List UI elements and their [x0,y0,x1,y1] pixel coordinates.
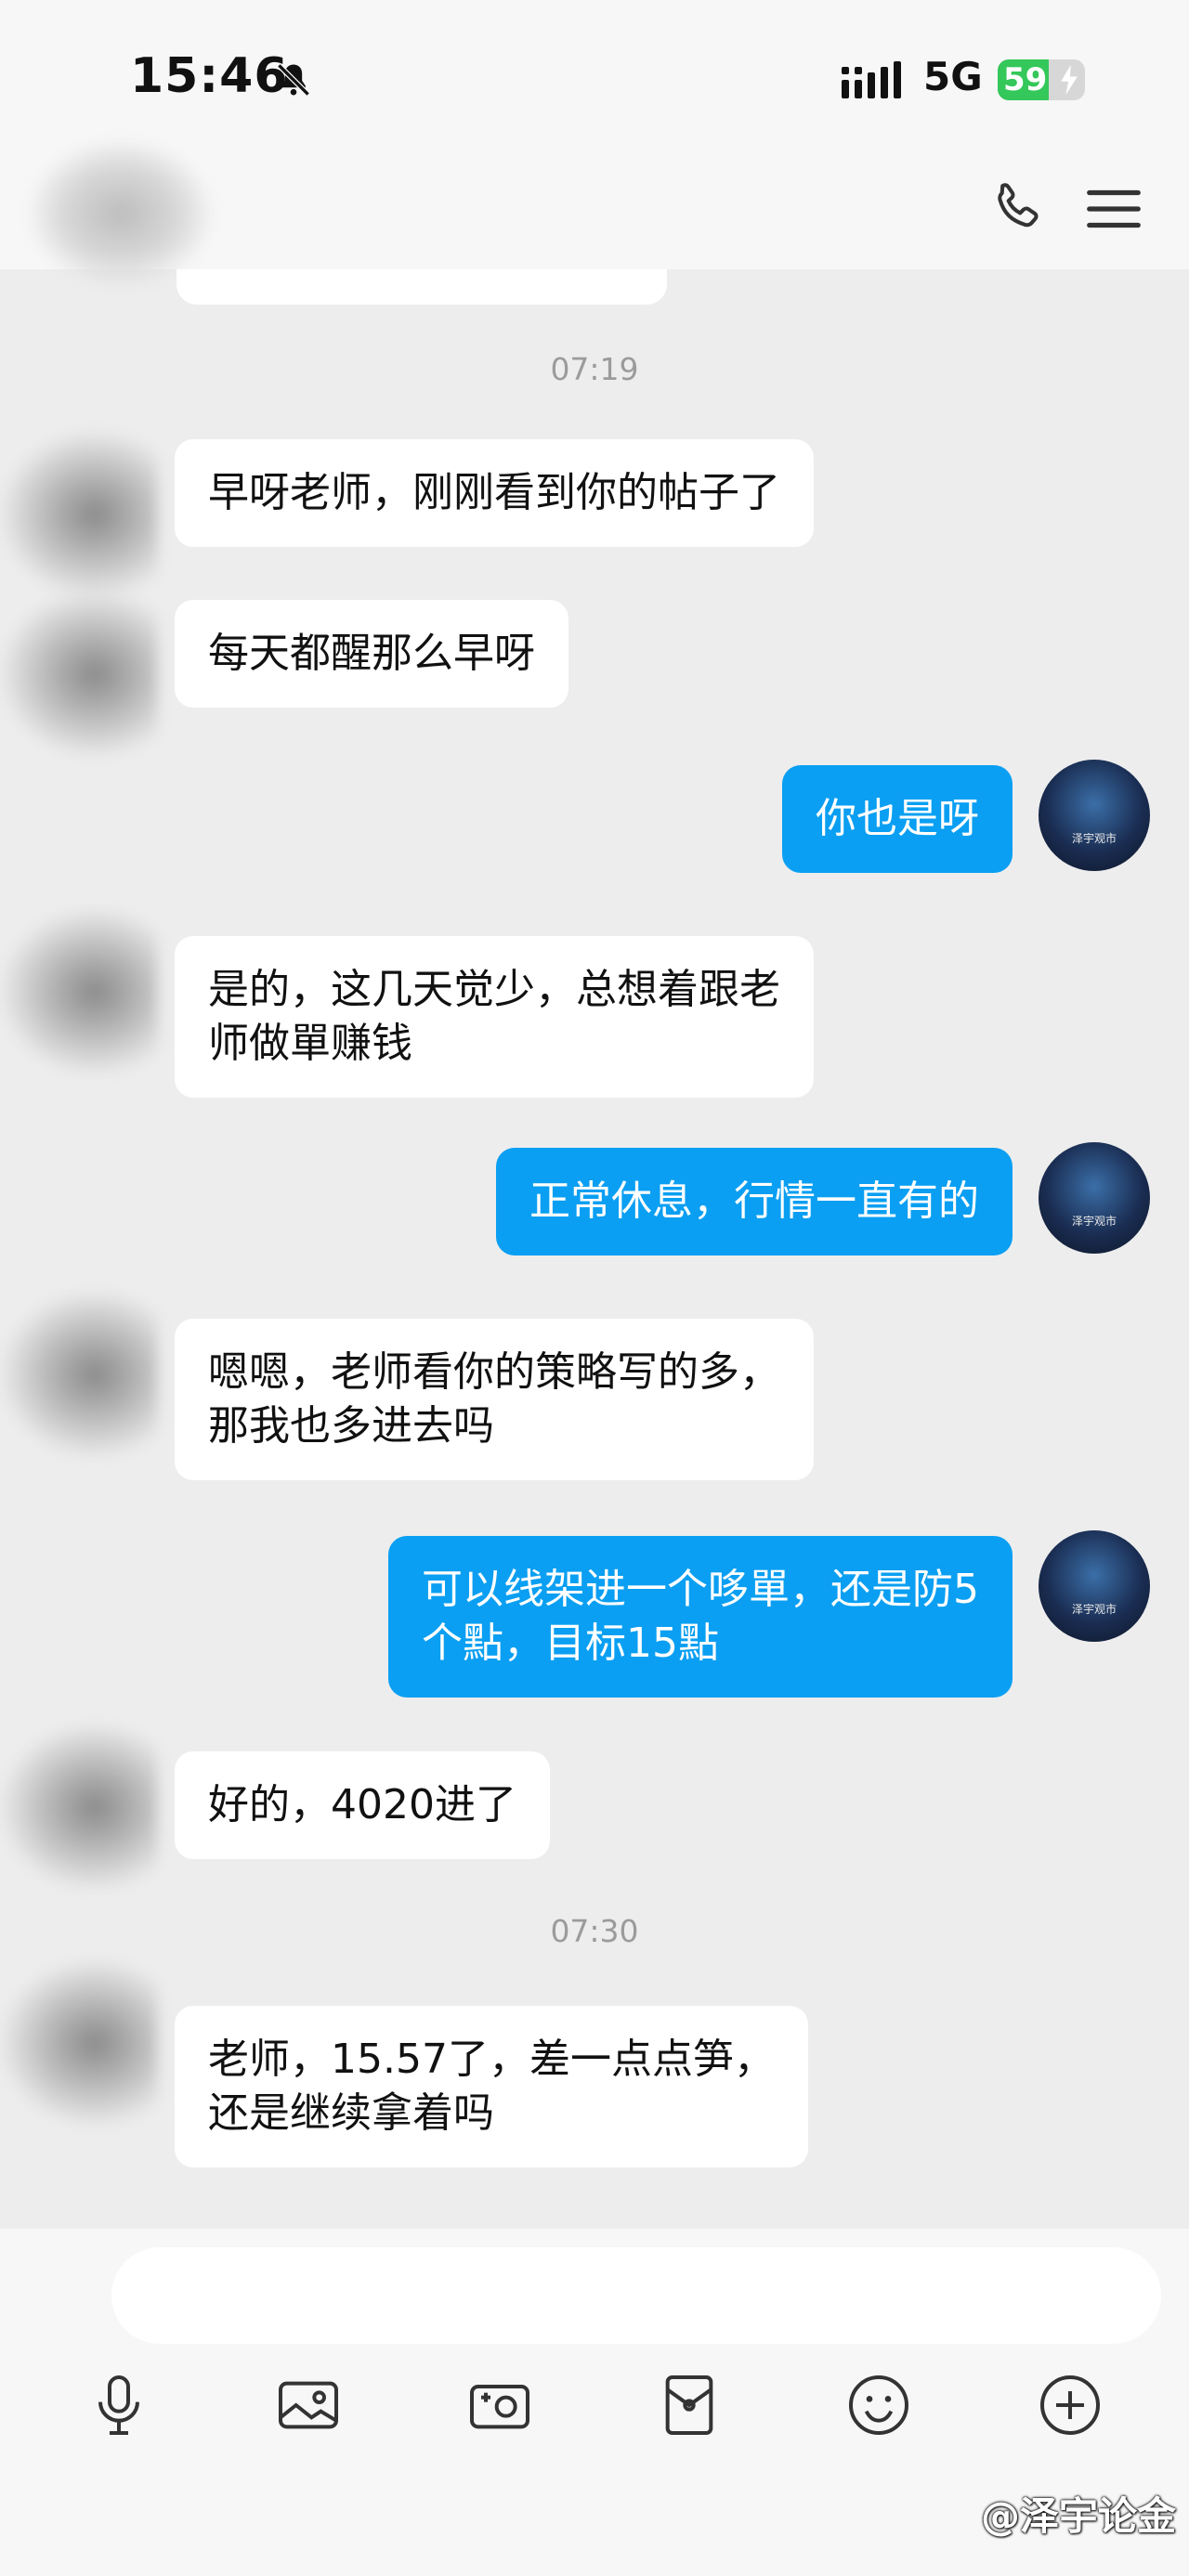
my-avatar[interactable]: 泽宇观市 [1039,1142,1150,1254]
previous-message-bubble [176,269,667,305]
incoming-message-bubble[interactable]: 好的，4020进了 [175,1751,550,1859]
message-list[interactable]: 07:19 早呀老师，刚刚看到你的帖子了 每天都醒那么早呀 你也是呀 泽宇观市 [0,269,1189,2229]
incoming-message-bubble[interactable]: 嗯嗯，老师看你的策略写的多， 那我也多进去吗 [175,1319,814,1480]
message-text: 老师，15.57了，差一点点笋， [208,2036,775,2083]
contact-avatar-redacted [0,1724,158,1891]
network-type: 5G [923,54,983,99]
contact-avatar-redacted [0,1291,158,1458]
battery-indicator: 59 [998,59,1085,100]
avatar-caption: 泽宇观市 [1071,1603,1117,1616]
message-text: 师做單赚钱 [208,1020,412,1067]
timestamp: 07:19 [550,351,639,387]
avatar-caption: 泽宇观市 [1071,832,1117,845]
outgoing-message-bubble[interactable]: 正常休息，行情一直有的 [496,1148,1013,1255]
camera-icon[interactable] [463,2368,537,2442]
avatar-caption: 泽宇观市 [1071,1215,1117,1228]
message-text: 好的，4020进了 [208,1781,516,1828]
contact-avatar-redacted [0,908,158,1075]
message-text: 个點，目标15點 [422,1620,719,1667]
message-input[interactable] [111,2247,1161,2344]
message-text: 正常休息，行情一直有的 [529,1177,979,1225]
charging-bolt-icon [1061,65,1078,95]
chat-screen: 15:46 5G 59 07:19 早呀老师，刚刚看到你的帖子了 每天都醒那么早… [0,0,1189,2576]
my-avatar[interactable]: 泽宇观市 [1039,1530,1150,1642]
call-icon[interactable] [985,176,1050,241]
contact-avatar-redacted [0,431,158,598]
red-packet-icon[interactable] [652,2368,726,2442]
contact-avatar-redacted [0,1959,158,2127]
message-text: 还是继续拿着吗 [208,2089,494,2137]
contact-avatar-redacted [0,591,158,758]
message-text: 每天都醒那么早呀 [208,630,535,677]
message-text: 那我也多进去吗 [208,1402,494,1450]
incoming-message-bubble[interactable]: 老师，15.57了，差一点点笋， 还是继续拿着吗 [175,2006,808,2167]
message-text: 可以线架进一个哆單，还是防5 [422,1566,979,1613]
status-bar: 15:46 5G 59 [0,0,1189,149]
timestamp: 07:30 [550,1913,639,1949]
watermark: @泽宇论金 [980,2493,1176,2539]
signal-icon [842,61,901,98]
message-text: 是的，这几天觉少，总想着跟老 [208,966,780,1013]
outgoing-message-bubble[interactable]: 可以线架进一个哆單，还是防5 个點，目标15點 [388,1536,1013,1698]
emoji-icon[interactable] [842,2368,916,2442]
image-icon[interactable] [271,2368,346,2442]
incoming-message-bubble[interactable]: 每天都醒那么早呀 [175,600,568,708]
my-avatar[interactable]: 泽宇观市 [1039,760,1150,871]
contact-name-redacted [28,139,214,288]
message-text: 你也是呀 [816,795,979,842]
plus-icon[interactable] [1033,2368,1107,2442]
message-text: 嗯嗯，老师看你的策略写的多， [208,1348,780,1396]
microphone-icon[interactable] [82,2368,156,2442]
incoming-message-bubble[interactable]: 早呀老师，刚刚看到你的帖子了 [175,439,814,547]
outgoing-message-bubble[interactable]: 你也是呀 [782,765,1013,873]
battery-percent: 59 [1003,61,1048,98]
incoming-message-bubble[interactable]: 是的，这几天觉少，总想着跟老 师做單赚钱 [175,936,814,1098]
message-text: 早呀老师，刚刚看到你的帖子了 [208,469,780,516]
menu-icon[interactable] [1081,176,1146,241]
status-time: 15:46 [130,48,289,104]
silent-bell-icon [277,63,310,97]
